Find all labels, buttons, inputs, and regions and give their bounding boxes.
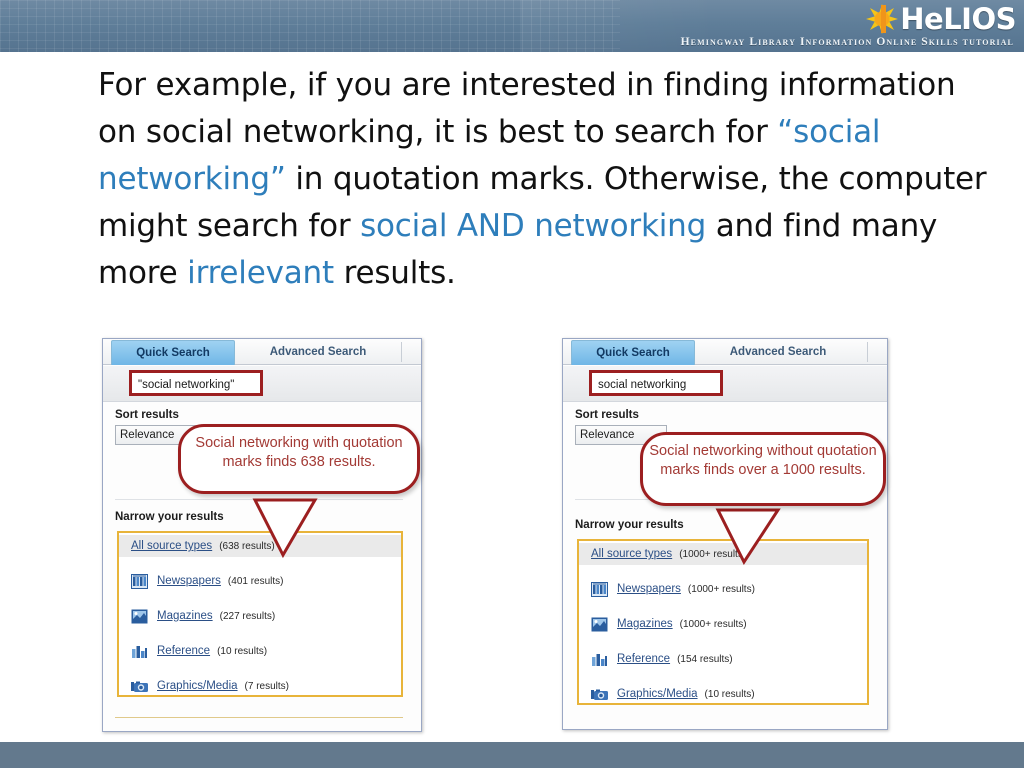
helios-logo: HeLIOS xyxy=(865,2,1016,36)
highlight-and-phrase: social AND networking xyxy=(360,208,707,244)
right-tab-advanced-search[interactable]: Advanced Search xyxy=(703,340,853,365)
right-result-row-reference[interactable]: Reference (154 results) xyxy=(579,648,867,670)
header-banner: HeLIOS Hemingway Library Information Onl… xyxy=(0,0,1024,52)
right-result-link-newspapers[interactable]: Newspapers xyxy=(617,583,681,595)
footer-bar xyxy=(0,742,1024,768)
left-tabstrip: Quick Search Advanced Search xyxy=(103,339,421,365)
logo-text: HeLIOS xyxy=(900,2,1016,36)
right-result-row-newspapers[interactable]: Newspapers (1000+ results) xyxy=(579,578,867,600)
left-result-count-magazines: (227 results) xyxy=(219,610,276,622)
newspaper-icon xyxy=(591,581,608,597)
left-result-row-graphics[interactable]: Graphics/Media (7 results) xyxy=(119,675,401,697)
reference-icon xyxy=(131,644,148,659)
right-tab-quick-search[interactable]: Quick Search xyxy=(571,340,695,365)
left-result-count-graphics: (7 results) xyxy=(244,680,289,692)
right-result-row-graphics[interactable]: Graphics/Media (10 results) xyxy=(579,683,867,705)
right-result-link-magazines[interactable]: Magazines xyxy=(617,618,673,630)
right-callout-bubble: Social networking without quotation mark… xyxy=(640,432,886,506)
right-result-link-reference[interactable]: Reference xyxy=(617,653,670,665)
right-tab-divider xyxy=(867,342,868,362)
right-callout-tail xyxy=(715,508,781,566)
left-result-link-newspapers[interactable]: Newspapers xyxy=(157,575,221,587)
right-search-input[interactable]: social networking xyxy=(589,370,723,396)
right-result-count-newspapers: (1000+ results) xyxy=(687,583,755,595)
left-result-link-magazines[interactable]: Magazines xyxy=(157,610,213,622)
right-result-count-magazines: (1000+ results) xyxy=(679,618,747,630)
slide-paragraph: For example, if you are interested in fi… xyxy=(98,62,988,297)
left-search-input[interactable]: "social networking" xyxy=(129,370,263,396)
left-bottom-rule xyxy=(115,717,403,718)
right-sort-label: Sort results xyxy=(575,409,639,421)
right-result-count-reference: (154 results) xyxy=(677,653,733,665)
right-result-link-all[interactable]: All source types xyxy=(591,548,672,560)
highlight-irrelevant: irrelevant xyxy=(187,255,334,291)
left-result-count-newspapers: (401 results) xyxy=(227,575,284,587)
right-result-row-magazines[interactable]: Magazines (1000+ results) xyxy=(579,613,867,635)
left-tab-advanced-search[interactable]: Advanced Search xyxy=(243,340,393,365)
sun-icon xyxy=(865,3,899,35)
newspaper-icon xyxy=(131,573,148,589)
left-result-link-all[interactable]: All source types xyxy=(131,540,212,552)
magazine-icon xyxy=(591,617,608,632)
right-result-link-graphics[interactable]: Graphics/Media xyxy=(617,688,698,700)
camera-icon xyxy=(591,687,608,702)
left-callout-bubble: Social networking with quotation marks f… xyxy=(178,424,420,494)
right-search-row: social networking xyxy=(563,366,887,402)
left-result-link-graphics[interactable]: Graphics/Media xyxy=(157,680,238,692)
right-narrow-title: Narrow your results xyxy=(575,519,684,531)
left-narrow-title: Narrow your results xyxy=(115,511,224,523)
left-search-row: "social networking" xyxy=(103,366,421,402)
left-sort-label: Sort results xyxy=(115,409,179,421)
magazine-icon xyxy=(131,609,148,624)
right-result-count-graphics: (10 results) xyxy=(704,688,755,700)
camera-icon xyxy=(131,679,148,694)
left-callout-tail xyxy=(252,498,318,559)
left-result-row-reference[interactable]: Reference (10 results) xyxy=(119,640,401,662)
left-tab-divider xyxy=(401,342,402,362)
right-tabstrip: Quick Search Advanced Search xyxy=(563,339,887,365)
left-result-count-reference: (10 results) xyxy=(217,645,268,657)
paragraph-part-7: results. xyxy=(333,255,456,291)
reference-icon xyxy=(591,652,608,667)
left-tab-quick-search[interactable]: Quick Search xyxy=(111,340,235,365)
left-result-row-magazines[interactable]: Magazines (227 results) xyxy=(119,605,401,627)
header-tagline: Hemingway Library Information Online Ski… xyxy=(680,36,1014,48)
left-result-link-reference[interactable]: Reference xyxy=(157,645,210,657)
left-result-row-newspapers[interactable]: Newspapers (401 results) xyxy=(119,570,401,592)
